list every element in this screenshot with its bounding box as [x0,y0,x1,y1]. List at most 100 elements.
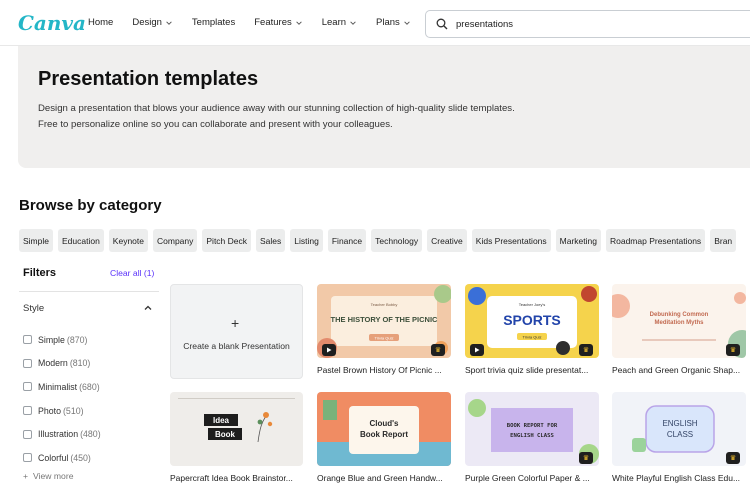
category-chip[interactable]: Education [57,229,104,252]
filter-option[interactable]: Minimalist (680) [23,375,101,399]
search-bar[interactable] [425,10,750,38]
style-filter-heading[interactable]: Style [23,303,44,314]
crown-icon: ♛ [579,344,593,356]
checkbox[interactable] [23,382,32,392]
nav-templates[interactable]: Templates [192,17,235,28]
template-title[interactable]: Pastel Brown History Of Picnic ... [317,365,453,375]
category-chip[interactable]: Technology [371,229,423,252]
hero-banner: Presentation templates Design a presenta… [18,46,750,168]
filter-option[interactable]: Photo (510) [23,399,101,423]
checkbox[interactable] [23,429,32,439]
nav-features-label: Features [254,17,292,28]
thumb-title-line2: Book Report [360,430,408,439]
thumb-title-line1: Idea [213,416,230,425]
category-chip[interactable]: Sales [256,229,286,252]
category-chips: Simple Education Keynote Company Pitch D… [19,229,737,252]
checkbox[interactable] [23,406,32,416]
search-input[interactable] [456,18,706,30]
template-title[interactable]: Sport trivia quiz slide presentat... [465,365,601,375]
filters-heading: Filters [23,267,57,279]
filter-option-label: Photo [38,405,61,416]
filter-option-count: (450) [70,452,91,463]
category-chip[interactable]: Kids Presentations [471,229,551,252]
template-card[interactable]: ENGLISH CLASS ♛ White Playful English Cl… [612,392,746,486]
thumb-title: THE HISTORY OF THE PICNIC [331,315,439,324]
nav-features[interactable]: Features [254,17,303,28]
crown-icon: ♛ [431,344,445,356]
chevron-down-icon [166,20,172,25]
nav-design[interactable]: Design [132,17,173,28]
thumb-button-text: Trivia Quiz [375,336,394,341]
nav-learn[interactable]: Learn [322,17,357,28]
category-chip[interactable]: Roadmap Presentations [605,229,706,252]
nav-home[interactable]: Home [88,17,113,28]
thumb-title-line1: Debunking Common [650,312,709,318]
template-card[interactable]: Teacher Bobby THE HISTORY OF THE PICNIC … [317,284,451,378]
category-chip[interactable]: Listing [290,229,323,252]
nav-plans[interactable]: Plans [376,17,411,28]
clear-all-link[interactable]: Clear all (1) [110,268,154,278]
template-card[interactable]: Debunking Common Meditation Myths ♛ Peac… [612,284,746,378]
filter-option-count: (870) [66,334,88,345]
thumb-title-line2: Book [215,430,236,439]
chevron-down-icon [350,20,356,25]
checkbox[interactable] [23,358,32,368]
filter-option-count: (810) [69,358,91,369]
template-thumbnail[interactable]: Cloud's Book Report [317,392,451,466]
filter-option-label: Modern [38,358,68,369]
thumb-subtitle: Teacher Joey's [519,302,546,307]
template-card[interactable]: BOOK REPORT FOR ENGLISH CLASS ♛ Purple G… [465,392,599,486]
thumb-button-text: Trivia Quiz [523,335,542,340]
category-chip[interactable]: Simple [19,229,53,252]
filter-option[interactable]: Simple (870) [23,328,101,352]
thumb-title-line1: BOOK REPORT FOR [507,423,558,429]
canva-logo[interactable]: Canva [18,11,86,35]
filter-option[interactable]: Modern (810) [23,352,101,376]
category-chip[interactable]: Pitch Deck [202,229,252,252]
play-icon [470,344,484,356]
browse-heading: Browse by category [19,197,162,214]
chevron-down-icon [295,20,302,25]
create-blank-label: Create a blank Presentation [183,341,290,351]
category-chip[interactable]: Company [153,229,198,252]
thumb-title-line2: Meditation Myths [655,320,705,326]
view-more-link[interactable]: + View more [23,471,73,481]
template-card[interactable]: Cloud's Book Report Orange Blue and Gree… [317,392,451,486]
template-title[interactable]: Orange Blue and Green Handw... [317,473,453,483]
filter-option-count: (510) [63,405,84,416]
main-nav: Home Design Templates Features Learn Pla… [88,17,430,28]
checkbox[interactable] [23,453,32,463]
filter-option-label: Minimalist [38,381,78,392]
thumb-title-line1: ENGLISH [662,419,697,428]
category-chip[interactable]: Marketing [555,229,601,252]
category-chip[interactable]: Bran [710,229,737,252]
divider [19,291,159,292]
template-card[interactable]: Teacher Joey's SPORTS Trivia Quiz ♛ Spor… [465,284,599,378]
style-options: Simple (870) Modern (810) Minimalist (680) … [23,328,101,470]
nav-learn-label: Learn [321,17,347,28]
chevron-up-icon[interactable] [143,303,153,313]
template-thumbnail[interactable]: Idea Book [170,392,303,466]
top-navigation-bar: Canva Home Design Templates Features Lea… [0,0,750,46]
template-card[interactable]: Idea Book Papercraft Idea Book Brainstor… [170,392,303,486]
search-icon [436,18,448,30]
thumb-title-line2: CLASS [667,430,693,439]
page-title: Presentation templates [38,68,259,90]
filter-option-label: Simple [38,334,65,345]
plus-icon: + [231,315,240,331]
template-title[interactable]: Peach and Green Organic Shap... [612,365,750,375]
template-title[interactable]: White Playful English Class Edu... [612,473,750,483]
category-chip[interactable]: Creative [427,229,467,252]
category-chip[interactable]: Finance [327,229,367,252]
filter-option[interactable]: Colorful (450) [23,446,101,470]
page-description: Design a presentation that blows your au… [38,103,515,130]
template-title[interactable]: Papercraft Idea Book Brainstor... [170,473,303,483]
filter-option[interactable]: Illustration (480) [23,422,101,446]
nav-design-label: Design [132,17,162,28]
category-chip[interactable]: Keynote [108,229,148,252]
template-title[interactable]: Purple Green Colorful Paper & ... [465,473,601,483]
checkbox[interactable] [23,335,32,345]
nav-templates-label: Templates [191,17,236,28]
view-more-label: View more [33,471,74,481]
create-blank-card[interactable]: + Create a blank Presentation [170,284,303,379]
